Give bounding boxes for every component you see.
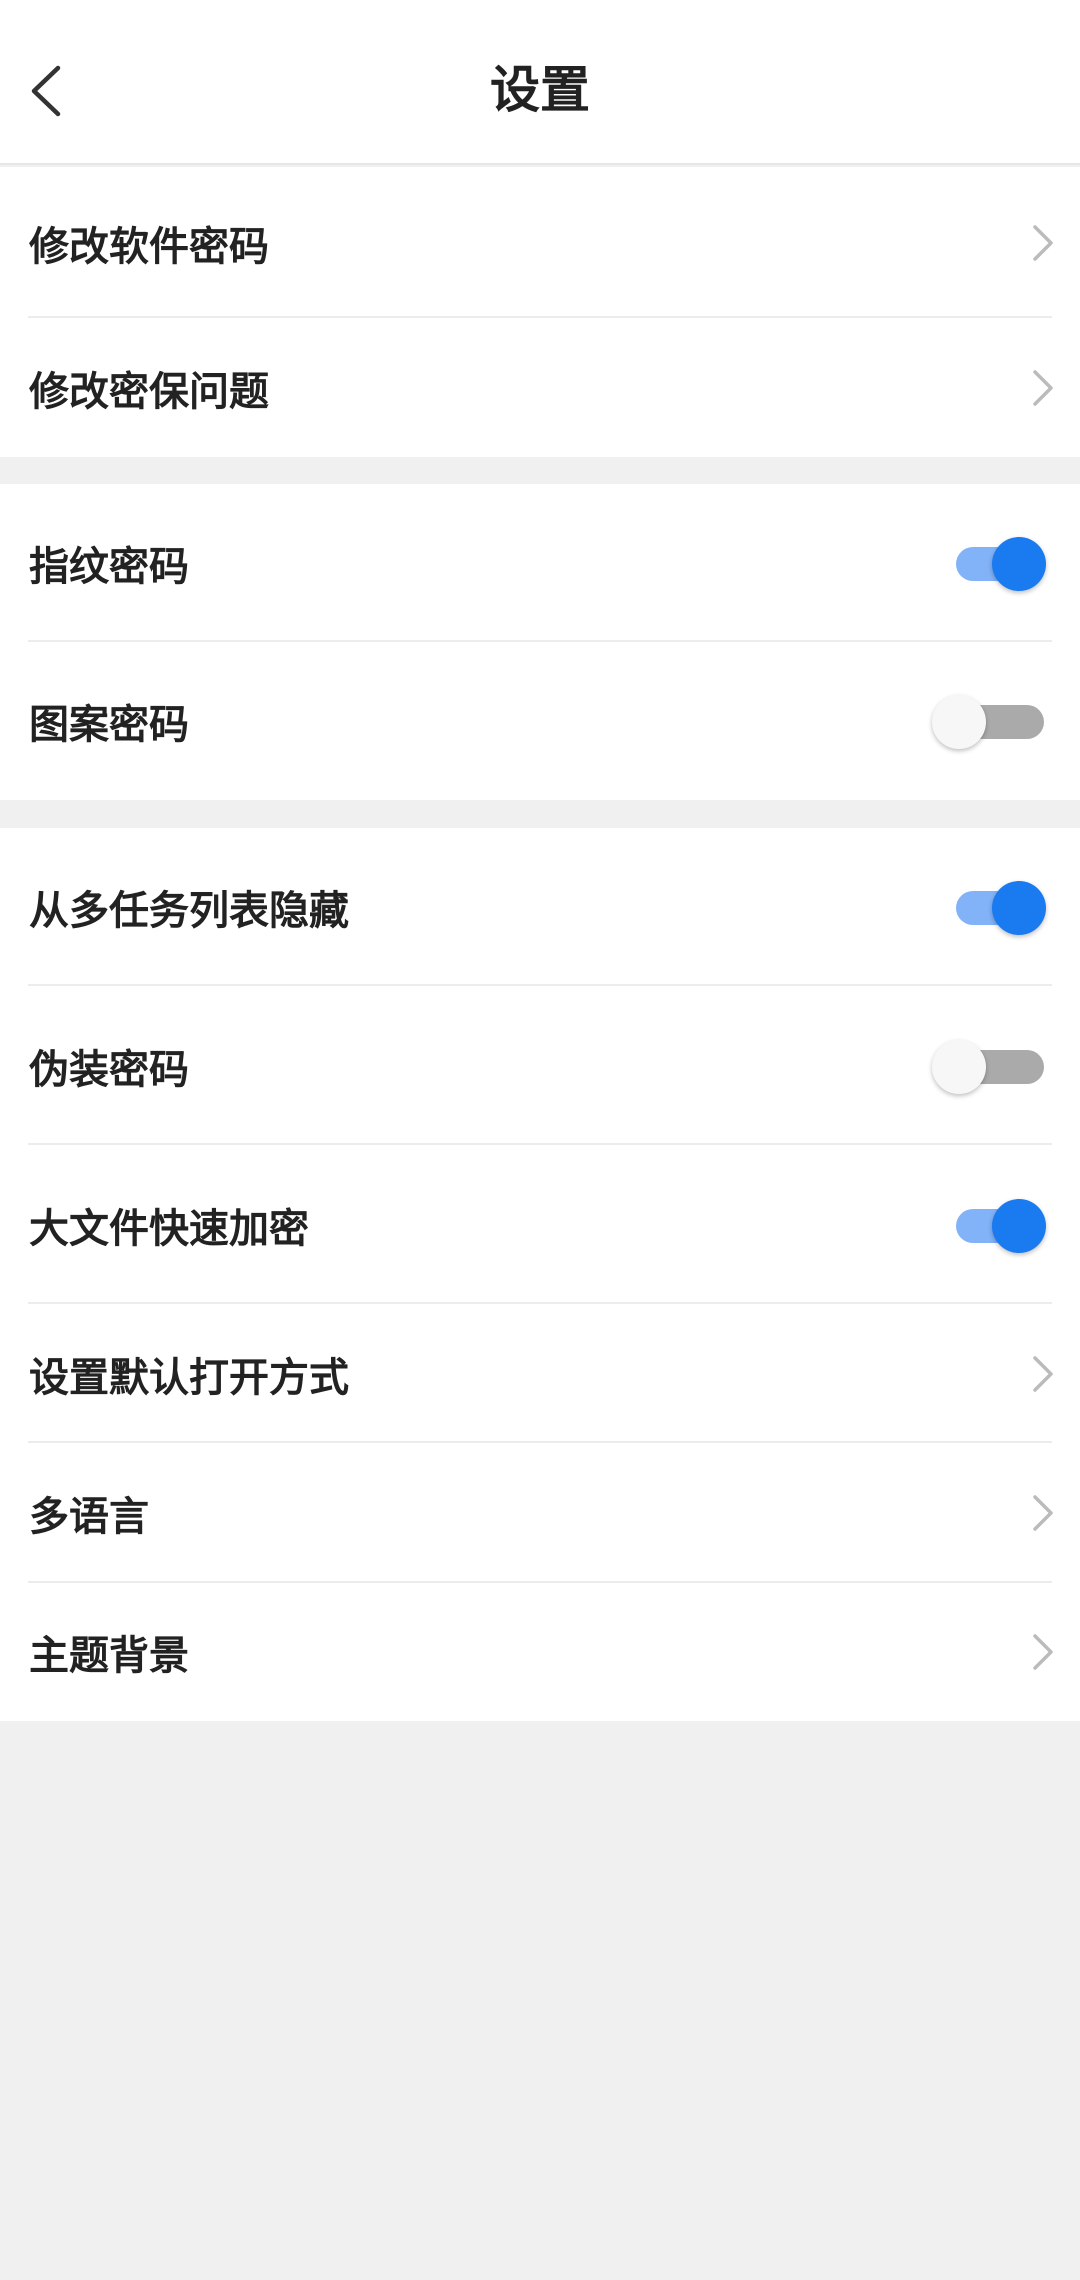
settings-item-change-password[interactable]: 修改软件密码 <box>0 167 1080 318</box>
chevron-right-icon <box>1033 224 1053 261</box>
settings-item-label: 主题背景 <box>29 1633 189 1679</box>
chevron-right-icon <box>1033 1495 1053 1531</box>
settings-item-label: 图案密码 <box>29 702 189 748</box>
hide-from-recents-toggle[interactable] <box>956 879 1046 935</box>
pattern-toggle[interactable] <box>932 693 1044 749</box>
general-settings-section: 从多任务列表隐藏 伪装密码 大文件快速加密 设置默认打开方式 多语言 主题背景 <box>0 828 1080 1721</box>
settings-item-hide-from-recents[interactable]: 从多任务列表隐藏 <box>0 828 1080 986</box>
page-title: 设置 <box>490 61 590 119</box>
settings-item-label: 伪装密码 <box>29 1046 189 1093</box>
settings-item-pattern-password[interactable]: 图案密码 <box>0 642 1080 800</box>
settings-item-label: 多语言 <box>29 1494 149 1540</box>
settings-item-large-file-fast-encrypt[interactable]: 大文件快速加密 <box>0 1145 1080 1304</box>
toggle-knob <box>992 881 1046 935</box>
settings-item-label: 设置默认打开方式 <box>29 1354 349 1401</box>
settings-item-default-open-method[interactable]: 设置默认打开方式 <box>0 1304 1080 1443</box>
top-bar: 设置 <box>0 0 1080 165</box>
settings-item-label: 大文件快速加密 <box>29 1205 309 1252</box>
account-security-section: 修改软件密码 修改密保问题 <box>0 167 1080 457</box>
disguise-password-toggle[interactable] <box>932 1038 1044 1094</box>
settings-item-label: 修改密保问题 <box>29 368 269 415</box>
settings-item-fingerprint-password[interactable]: 指纹密码 <box>0 484 1080 642</box>
toggle-knob <box>992 1198 1046 1253</box>
settings-item-label: 指纹密码 <box>29 544 189 590</box>
settings-item-theme-background[interactable]: 主题背景 <box>0 1583 1080 1721</box>
settings-item-language[interactable]: 多语言 <box>0 1443 1080 1583</box>
chevron-right-icon <box>1033 369 1053 406</box>
unlock-method-section: 指纹密码 图案密码 <box>0 484 1080 800</box>
settings-item-label: 从多任务列表隐藏 <box>29 888 349 934</box>
toggle-knob <box>992 537 1046 591</box>
fingerprint-toggle[interactable] <box>956 535 1046 591</box>
toggle-knob <box>932 1039 986 1094</box>
chevron-right-icon <box>1033 1355 1053 1392</box>
settings-item-disguise-password[interactable]: 伪装密码 <box>0 986 1080 1145</box>
chevron-right-icon <box>1033 1634 1053 1670</box>
toggle-knob <box>932 695 986 749</box>
large-file-encrypt-toggle[interactable] <box>956 1197 1046 1253</box>
settings-item-label: 修改软件密码 <box>29 223 269 270</box>
settings-item-change-security-question[interactable]: 修改密保问题 <box>0 318 1080 457</box>
